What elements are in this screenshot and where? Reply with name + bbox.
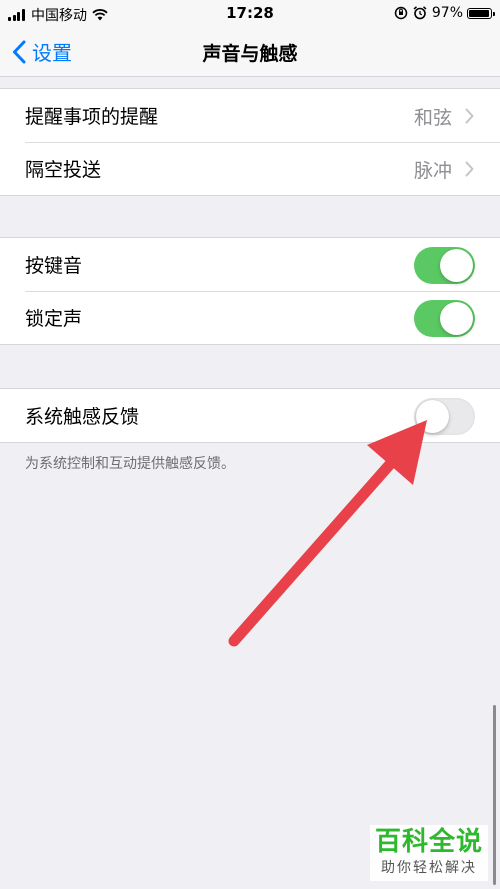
list-item-keyboard-clicks: 按键音 (0, 238, 500, 291)
chevron-right-icon (465, 161, 474, 177)
chevron-right-icon (465, 108, 474, 124)
list-item-lock-sound: 锁定声 (0, 291, 500, 344)
status-right: 97% (394, 5, 495, 21)
scrollbar (493, 705, 496, 885)
cell-label: 系统触感反馈 (25, 406, 140, 428)
sounds-toggle-group: 按键音 锁定声 (0, 237, 500, 345)
battery-icon (467, 7, 495, 19)
toggle-knob (440, 249, 473, 282)
cell-value: 和弦 (413, 107, 452, 129)
watermark-logo: 百科全说 助你轻松解决 (370, 825, 488, 881)
alarm-icon (413, 6, 427, 20)
watermark-title: 百科全说 (374, 827, 483, 857)
list-item-airdrop[interactable]: 隔空投送 脉冲 (0, 142, 500, 195)
cell-label: 按键音 (25, 255, 83, 277)
cell-label: 隔空投送 (25, 159, 102, 181)
keyboard-clicks-toggle[interactable] (414, 247, 475, 284)
toggle-knob (416, 400, 449, 433)
system-haptics-toggle[interactable] (414, 398, 475, 435)
status-bar: 中国移动 17:28 97% (0, 0, 500, 28)
cell-label: 提醒事项的提醒 (25, 106, 159, 128)
page-title: 声音与触感 (202, 43, 298, 65)
haptics-footer-note: 为系统控制和互动提供触感反馈。 (25, 456, 235, 472)
watermark-subtitle: 助你轻松解决 (381, 860, 477, 876)
list-item-reminder-alerts[interactable]: 提醒事项的提醒 和弦 (0, 89, 500, 142)
cell-value: 脉冲 (413, 160, 452, 182)
toggle-knob (440, 302, 473, 335)
battery-percentage: 97% (431, 5, 463, 21)
list-item-system-haptics: 系统触感反馈 (0, 389, 500, 442)
alert-sounds-group: 提醒事项的提醒 和弦 隔空投送 脉冲 (0, 88, 500, 196)
haptics-group: 系统触感反馈 (0, 388, 500, 443)
lock-sound-toggle[interactable] (414, 300, 475, 337)
orientation-lock-icon (394, 6, 408, 20)
cell-label: 锁定声 (25, 308, 83, 330)
navigation-bar: 设置 声音与触感 (0, 28, 500, 77)
